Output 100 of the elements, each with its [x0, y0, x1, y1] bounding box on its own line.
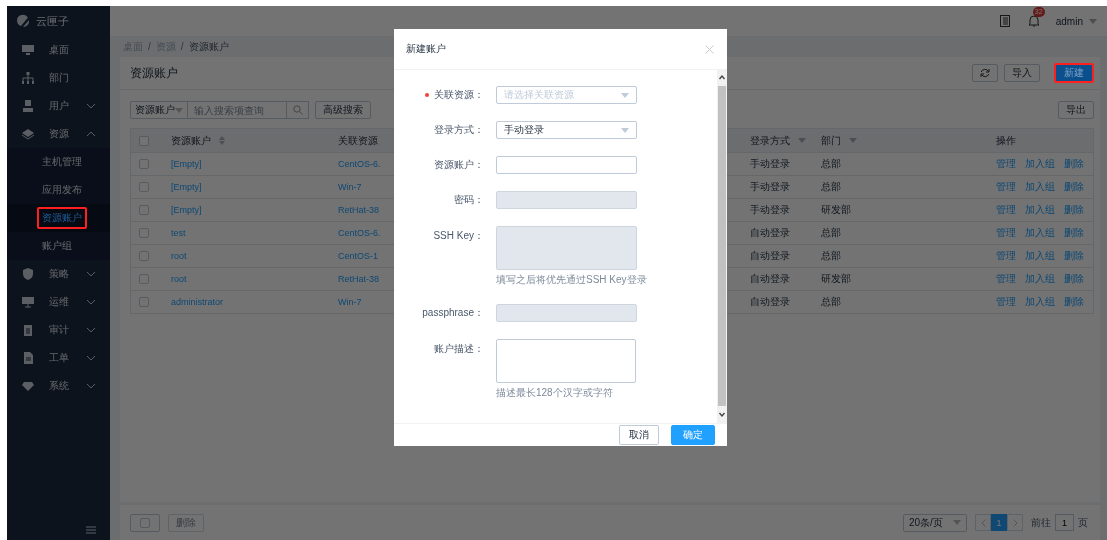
action-link[interactable]: 删除: [1064, 203, 1084, 217]
account-link[interactable]: [Empty]: [171, 205, 202, 215]
action-link[interactable]: 加入组: [1025, 249, 1055, 263]
next-page-button[interactable]: [1007, 514, 1023, 531]
field-label: 密码：: [454, 193, 484, 207]
action-link[interactable]: 删除: [1064, 249, 1084, 263]
nav-item[interactable]: 资源: [7, 120, 110, 148]
user-name[interactable]: admin: [1055, 15, 1083, 27]
search-button[interactable]: [287, 101, 309, 119]
nav-item[interactable]: 桌面: [7, 36, 110, 64]
new-button[interactable]: 新建: [1054, 63, 1094, 83]
checkbox[interactable]: [139, 205, 149, 215]
action-link[interactable]: 管理: [996, 203, 1016, 217]
document-icon[interactable]: [999, 15, 1010, 27]
nav-item[interactable]: 部门: [7, 64, 110, 92]
nav-item[interactable]: 用户: [7, 92, 110, 120]
text-area[interactable]: [496, 339, 636, 383]
checkbox[interactable]: [139, 135, 149, 146]
page-input[interactable]: 1: [1055, 514, 1074, 531]
nav-subitem[interactable]: 主机管理: [7, 148, 110, 176]
advanced-search-button[interactable]: 高级搜索: [315, 101, 371, 119]
bell-icon[interactable]: [1027, 14, 1040, 27]
resource-link[interactable]: Win-7: [338, 182, 362, 192]
nav-item[interactable]: 工单: [7, 344, 110, 372]
select-field[interactable]: 手动登录: [496, 121, 637, 139]
resource-link[interactable]: RetHat-38: [338, 274, 380, 284]
filter-caret-icon[interactable]: [798, 138, 806, 143]
import-button[interactable]: 导入: [1004, 64, 1040, 82]
action-link[interactable]: 加入组: [1025, 272, 1055, 286]
resource-link[interactable]: Win-7: [338, 297, 362, 307]
action-link[interactable]: 删除: [1064, 157, 1084, 171]
checkbox[interactable]: [139, 228, 149, 238]
table-cell: 总部: [821, 249, 841, 263]
action-link[interactable]: 管理: [996, 249, 1016, 263]
layers-icon: [21, 127, 35, 141]
nav-subitem[interactable]: 账户组: [7, 232, 110, 260]
action-link[interactable]: 管理: [996, 157, 1016, 171]
table-cell: 总部: [821, 180, 841, 194]
shield-icon: [21, 267, 35, 281]
export-button[interactable]: 导出: [1058, 101, 1094, 119]
resource-link[interactable]: CentOS-6.: [338, 159, 381, 169]
action-link[interactable]: 管理: [996, 226, 1016, 240]
close-icon[interactable]: [705, 44, 714, 54]
nav-item[interactable]: 策略: [7, 260, 110, 288]
column-header: 操作: [996, 133, 1016, 148]
action-link[interactable]: 加入组: [1025, 180, 1055, 194]
select-all-button[interactable]: [130, 513, 160, 532]
table-cell: 手动登录: [750, 157, 790, 171]
nav-item[interactable]: 运维: [7, 288, 110, 316]
account-link[interactable]: root: [171, 274, 187, 284]
sort-icon[interactable]: [219, 136, 225, 145]
resource-link[interactable]: CentOS-1: [338, 251, 379, 261]
resource-link[interactable]: CentOS-6.: [338, 228, 381, 238]
action-link[interactable]: 删除: [1064, 295, 1084, 309]
column-header: 部门: [821, 133, 841, 148]
breadcrumb-separator: /: [180, 41, 184, 52]
checkbox[interactable]: [139, 182, 149, 192]
action-link[interactable]: 加入组: [1025, 295, 1055, 309]
cancel-button[interactable]: 取消: [619, 425, 659, 445]
field-label: passphrase：: [422, 306, 484, 320]
refresh-button[interactable]: [972, 64, 998, 82]
action-link[interactable]: 删除: [1064, 226, 1084, 240]
confirm-button[interactable]: 确定: [671, 425, 715, 445]
clipboard-icon: [21, 323, 35, 337]
action-link[interactable]: 加入组: [1025, 203, 1055, 217]
column-header: 资源账户: [171, 133, 211, 148]
action-link[interactable]: 删除: [1064, 272, 1084, 286]
scrollbar[interactable]: [717, 70, 727, 423]
checkbox[interactable]: [139, 159, 149, 169]
action-link[interactable]: 加入组: [1025, 226, 1055, 240]
caret-down-icon[interactable]: [1089, 18, 1097, 24]
checkbox[interactable]: [139, 297, 149, 307]
account-link[interactable]: test: [171, 228, 186, 238]
action-link[interactable]: 管理: [996, 295, 1016, 309]
account-link[interactable]: administrator: [171, 297, 224, 307]
input-field[interactable]: [496, 156, 637, 174]
table-cell: 总部: [821, 157, 841, 171]
page-number[interactable]: 1: [991, 514, 1007, 531]
nav-subitem[interactable]: 资源账户: [7, 204, 110, 232]
action-link[interactable]: 删除: [1064, 180, 1084, 194]
checkbox[interactable]: [139, 274, 149, 284]
diamond-icon: [21, 379, 35, 393]
action-link[interactable]: 管理: [996, 180, 1016, 194]
resource-link[interactable]: RetHat-38: [338, 205, 380, 215]
chevron-right-icon: [1012, 518, 1018, 527]
account-link[interactable]: root: [171, 251, 187, 261]
logo-icon: [15, 14, 31, 28]
nav-item[interactable]: 审计: [7, 316, 110, 344]
nav-subitem[interactable]: 应用发布: [7, 176, 110, 204]
previous-page-button[interactable]: [975, 514, 991, 531]
page-size-select[interactable]: 20条/页: [903, 513, 967, 532]
menu-icon[interactable]: [86, 526, 96, 534]
action-link[interactable]: 管理: [996, 272, 1016, 286]
filter-caret-icon[interactable]: [849, 138, 857, 143]
action-link[interactable]: 加入组: [1025, 157, 1055, 171]
account-link[interactable]: [Empty]: [171, 182, 202, 192]
nav-item[interactable]: 系统: [7, 372, 110, 400]
field-label: SSH Key：: [433, 229, 484, 243]
account-link[interactable]: [Empty]: [171, 159, 202, 169]
checkbox[interactable]: [139, 251, 149, 261]
